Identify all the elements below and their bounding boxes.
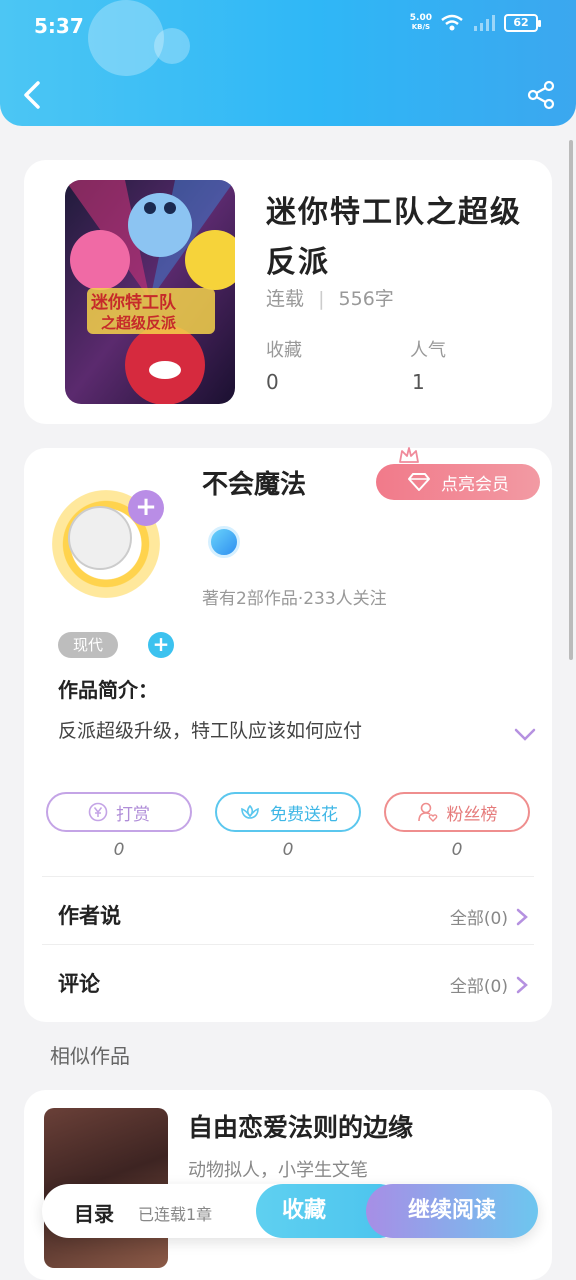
add-tag-button[interactable]: + [148, 632, 174, 658]
reward-button[interactable]: 打赏 [46, 792, 192, 832]
user-heart-icon [417, 802, 437, 822]
follow-plus-button[interactable]: + [128, 490, 164, 526]
comments-link[interactable]: 全部(0) [450, 972, 528, 997]
continue-reading-button[interactable]: 继续阅读 [366, 1184, 538, 1238]
decor-bubble [88, 0, 164, 76]
send-flower-button[interactable]: 免费送花 [215, 792, 361, 832]
meta-divider: | [318, 288, 325, 310]
send-flower-label: 免费送花 [270, 804, 338, 825]
wifi-icon [441, 14, 463, 31]
back-icon[interactable] [18, 78, 48, 112]
similar-work-title: 自由恋爱法则的边缘 [188, 1113, 414, 1142]
book-meta: 连载 | 556字 [266, 284, 394, 311]
stat-popularity-label: 人气 [410, 340, 446, 361]
flower-icon [241, 804, 259, 819]
author-notes-all: 全部(0) [449, 909, 508, 929]
intro-label: 作品简介： [58, 678, 158, 702]
author-stats: 著有2部作品·233人关注 [202, 589, 387, 609]
avatar-image [68, 506, 132, 570]
signal-icon [474, 15, 495, 31]
reward-count: 0 [113, 840, 125, 860]
stat-favorites-label: 收藏 [266, 340, 302, 361]
divider [42, 876, 534, 877]
bottom-action-bar: 目录 已连载1章 收藏 继续阅读 [42, 1184, 538, 1238]
toc-button[interactable]: 目录 [74, 1198, 114, 1227]
crown-icon [399, 447, 419, 463]
diamond-icon [408, 473, 430, 491]
similar-work-desc: 动物拟人，小学生文笔 [188, 1160, 368, 1181]
battery-icon: 62 [504, 14, 541, 32]
author-notes-link[interactable]: 全部(0) [450, 904, 528, 929]
book-cover[interactable]: 迷你特工队 之超级反派 [65, 180, 235, 404]
reward-label: 打赏 [116, 804, 150, 825]
stat-favorites-value: 0 [266, 370, 279, 394]
net-speed-unit: KB/S [411, 23, 431, 31]
author-notes-label: 作者说 [58, 904, 121, 928]
intro-text: 反派超级升级，特工队应该如何应付 [58, 720, 363, 742]
net-speed-value: 5.00 [409, 13, 432, 23]
similar-works-heading: 相似作品 [50, 1044, 130, 1068]
header: 5:37 5.00 KB/S 62 [0, 0, 576, 126]
author-name[interactable]: 不会魔法 [202, 464, 306, 501]
fan-ranking-label: 粉丝榜 [446, 804, 498, 825]
divider [42, 944, 534, 945]
author-card: + 不会魔法 点亮会员 著有2部作品·233人关注 现代 + 作品简介： 反派超… [24, 447, 552, 1022]
status-time: 5:37 [34, 14, 84, 38]
vip-membership-button[interactable]: 点亮会员 [376, 464, 540, 500]
chevron-right-icon [516, 908, 528, 925]
book-title: 迷你特工队之超级反派 [266, 195, 522, 280]
fan-ranking-button[interactable]: 粉丝榜 [384, 792, 530, 832]
scrollbar[interactable] [569, 140, 573, 660]
comments-label: 评论 [58, 972, 100, 996]
book-info-card: 迷你特工队 之超级反派 迷你特工队之超级反派 连载 | 556字 收藏 0 人气… [24, 160, 552, 424]
cover-title-line2: 之超级反派 [101, 314, 177, 332]
book-word-count: 556字 [338, 288, 394, 310]
decor-bubble [154, 28, 190, 64]
share-icon[interactable] [526, 80, 556, 110]
toc-status: 已连载1章 [138, 1205, 213, 1224]
book-status: 连载 [266, 288, 305, 310]
net-speed: 5.00 KB/S [410, 14, 432, 32]
chevron-right-icon [516, 976, 528, 993]
status-icons: 5.00 KB/S 62 [410, 14, 541, 32]
flower-count: 0 [282, 840, 294, 860]
genre-tag[interactable]: 现代 [58, 632, 118, 658]
comments-all: 全部(0) [449, 977, 508, 997]
stat-popularity-value: 1 [412, 370, 425, 394]
author-badge-icon [208, 526, 240, 558]
vip-membership-label: 点亮会员 [441, 474, 509, 495]
chevron-down-icon[interactable] [514, 728, 536, 742]
fan-count: 0 [451, 840, 463, 860]
cover-title-line1: 迷你特工队 [91, 293, 176, 313]
yen-coin-icon [88, 802, 108, 822]
